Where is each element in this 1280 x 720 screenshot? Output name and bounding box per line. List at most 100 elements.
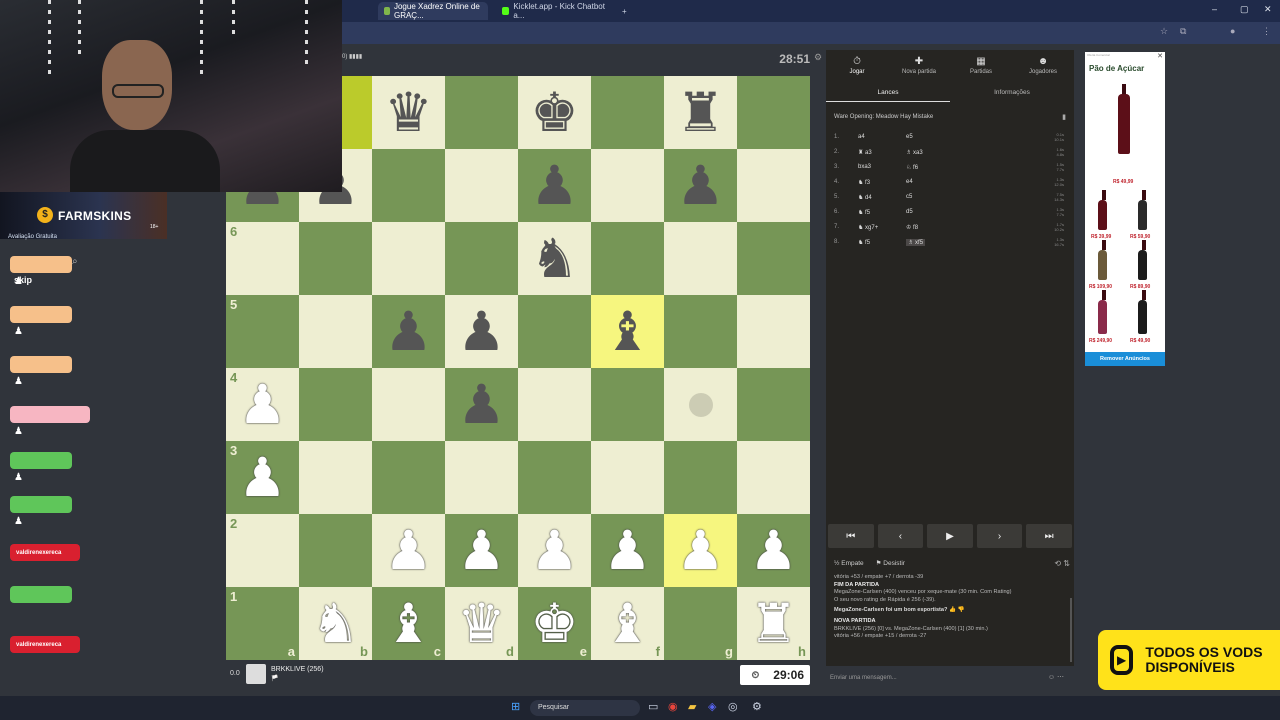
square-h7[interactable]	[737, 149, 810, 222]
black-pawn-icon[interactable]: ♟	[676, 159, 724, 213]
nav-players[interactable]: ☻ Jogadores	[1012, 50, 1074, 80]
square-f7[interactable]	[591, 149, 664, 222]
tab-kicklet[interactable]: Kicklet.app - Kick Chatbot a...	[496, 2, 616, 20]
black-move[interactable]: e5	[906, 134, 913, 140]
square-g7[interactable]: ♟	[664, 149, 737, 222]
square-e6[interactable]: ♞	[518, 222, 591, 295]
play-button[interactable]: ▶	[927, 524, 973, 548]
settings-icon[interactable]: ⚙	[752, 700, 762, 713]
square-f4[interactable]	[591, 368, 664, 441]
square-f8[interactable]	[591, 76, 664, 149]
white-move[interactable]: a4	[858, 134, 865, 140]
square-g1[interactable]: g	[664, 587, 737, 660]
tab-info[interactable]: Informações	[950, 84, 1074, 102]
black-queen-icon[interactable]: ♛	[384, 86, 432, 140]
black-move[interactable]: ♘ f6	[906, 164, 918, 171]
square-d8[interactable]	[445, 76, 518, 149]
square-b1[interactable]: b ♞	[299, 587, 372, 660]
extensions-icon[interactable]: ⧉	[1180, 26, 1186, 37]
white-move[interactable]: ♞ f5	[858, 239, 870, 246]
black-move[interactable]: e4	[906, 179, 913, 185]
chrome-icon[interactable]: ◉	[668, 700, 678, 713]
square-e3[interactable]	[518, 441, 591, 514]
white-pawn-icon[interactable]: ♟	[457, 524, 505, 578]
close-window-button[interactable]: ✕	[1264, 4, 1272, 15]
move-hint-dot[interactable]	[688, 392, 713, 417]
square-d4[interactable]: ♟	[445, 368, 518, 441]
square-d3[interactable]	[445, 441, 518, 514]
square-e4[interactable]	[518, 368, 591, 441]
black-pawn-icon[interactable]: ♟	[457, 305, 505, 359]
black-pawn-icon[interactable]: ♟	[530, 159, 578, 213]
black-move[interactable]: ♗ xa3	[906, 149, 923, 156]
square-c6[interactable]	[372, 222, 445, 295]
black-move[interactable]: c5	[906, 194, 912, 200]
white-rook-icon[interactable]: ♜	[749, 597, 797, 651]
white-move[interactable]: ♞ f5	[858, 209, 870, 216]
square-c2[interactable]: ♟	[372, 514, 445, 587]
white-pawn-icon[interactable]: ♟	[238, 378, 286, 432]
first-move-button[interactable]: ⏮	[828, 524, 874, 548]
thumbs-icon[interactable]: 👍 👎	[947, 607, 965, 613]
discord-icon[interactable]: ◈	[708, 700, 716, 713]
white-pawn-icon[interactable]: ♟	[603, 524, 651, 578]
book-icon[interactable]: ▮	[1062, 113, 1066, 121]
square-h2[interactable]: ♟	[737, 514, 810, 587]
black-bishop-icon[interactable]: ♝	[603, 305, 651, 359]
square-g8[interactable]: ♜	[664, 76, 737, 149]
black-pawn-icon[interactable]: ♟	[457, 378, 505, 432]
square-c3[interactable]	[372, 441, 445, 514]
white-pawn-icon[interactable]: ♟	[530, 524, 578, 578]
square-f1[interactable]: f ♝	[591, 587, 664, 660]
maximize-button[interactable]: ▢	[1240, 4, 1249, 15]
prev-move-button[interactable]: ‹	[877, 524, 924, 548]
square-c1[interactable]: c ♝	[372, 587, 445, 660]
square-c8[interactable]: ♛	[372, 76, 445, 149]
log-scrollbar[interactable]	[1070, 598, 1072, 662]
square-b5[interactable]	[299, 295, 372, 368]
nav-new-game[interactable]: ✚ Nova partida	[888, 50, 950, 80]
nav-play[interactable]: ⏱ Jogar	[826, 50, 888, 80]
profile-icon[interactable]: ●	[1230, 26, 1235, 36]
message-input[interactable]: Enviar uma mensagem... ☺ ⋯	[826, 670, 1074, 686]
settings-gear-icon[interactable]: ⚙	[814, 52, 822, 63]
last-move-button[interactable]: ⏭	[1026, 524, 1072, 548]
ad-banner[interactable]: Oferta Comercial ✕ Pão de Açúcar R$ 49,9…	[1085, 52, 1165, 366]
square-a4[interactable]: 4 ♟	[226, 368, 299, 441]
square-d2[interactable]: ♟	[445, 514, 518, 587]
black-pawn-icon[interactable]: ♟	[384, 305, 432, 359]
square-h5[interactable]	[737, 295, 810, 368]
search-icon[interactable]: ⌕	[72, 256, 78, 267]
white-king-icon[interactable]: ♚	[530, 597, 578, 651]
menu-icon[interactable]: ⋮	[1262, 26, 1271, 37]
square-e7[interactable]: ♟	[518, 149, 591, 222]
square-f2[interactable]: ♟	[591, 514, 664, 587]
black-move[interactable]: ♔ f8	[906, 224, 918, 231]
square-b4[interactable]	[299, 368, 372, 441]
white-pawn-icon[interactable]: ♟	[238, 451, 286, 505]
square-g5[interactable]	[664, 295, 737, 368]
square-f5[interactable]: ♝	[591, 295, 664, 368]
square-h4[interactable]	[737, 368, 810, 441]
square-a3[interactable]: 3 ♟	[226, 441, 299, 514]
square-a1[interactable]: 1a	[226, 587, 299, 660]
white-move[interactable]: ♞ f3	[858, 179, 870, 186]
square-e8[interactable]: ♚	[518, 76, 591, 149]
white-queen-icon[interactable]: ♛	[457, 597, 505, 651]
square-e5[interactable]	[518, 295, 591, 368]
square-e2[interactable]: ♟	[518, 514, 591, 587]
square-d1[interactable]: d ♛	[445, 587, 518, 660]
square-b2[interactable]	[299, 514, 372, 587]
square-a6[interactable]: 6	[226, 222, 299, 295]
white-pawn-icon[interactable]: ♟	[676, 524, 724, 578]
new-tab-button[interactable]: +	[616, 2, 633, 20]
black-move[interactable]: ♗ xf5	[906, 239, 926, 246]
square-h3[interactable]	[737, 441, 810, 514]
white-pawn-icon[interactable]: ♟	[384, 524, 432, 578]
square-a2[interactable]: 2	[226, 514, 299, 587]
square-a5[interactable]: 5	[226, 295, 299, 368]
emoji-icon[interactable]: ☺ ⋯	[1048, 670, 1064, 686]
white-move[interactable]: ♞ d4	[858, 194, 872, 201]
square-h1[interactable]: h ♜	[737, 587, 810, 660]
black-king-icon[interactable]: ♚	[530, 86, 578, 140]
